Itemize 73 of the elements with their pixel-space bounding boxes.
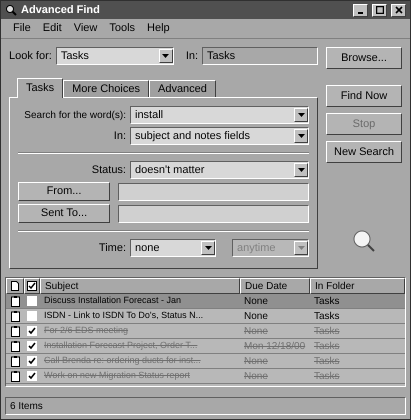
table-cell-text: None [243,324,269,338]
field-label: Time: [98,240,126,256]
complete-checkbox[interactable] [27,326,37,336]
column-header[interactable] [24,278,40,294]
clipboard-icon [10,370,20,382]
clipboard-icon [10,310,20,322]
field-label: Look for: [9,48,52,64]
dialog-button[interactable]: Browse... [326,47,402,69]
search-in-dropdown[interactable]: subject and notes fields [130,127,309,145]
field-label: In: [186,48,198,64]
complete-checkbox[interactable] [27,311,37,321]
time-dropdown[interactable]: none [130,239,216,257]
checkbox-icon [27,281,37,291]
maximize-button[interactable] [372,4,387,16]
magnifier-icon [5,4,17,16]
address-button[interactable]: Sent To... [18,204,110,223]
table-cell-text: For 2/6 EDS meeting [43,324,130,338]
menu-item[interactable]: Tools [109,20,136,37]
clipboard-icon [10,326,20,336]
table-cell-text: None [243,294,269,308]
menu-item[interactable]: Help [147,20,170,37]
table-cell-text: None [243,370,269,384]
column-header[interactable]: Subject [40,278,240,294]
folder-field[interactable]: Tasks [202,47,318,65]
clipboard-icon [10,296,20,306]
window-title: Advanced Find [21,2,101,18]
search-words-field[interactable]: install [130,106,309,124]
table-cell-text: Call Brenda re: ordering ducts for inst... [43,354,202,368]
tab[interactable]: More Choices [63,80,149,97]
column-header[interactable]: In Folder [310,278,405,294]
tab[interactable]: Advanced [148,80,216,97]
table-cell-text: Tasks [313,340,341,354]
table-cell-text: None [243,354,269,368]
table-cell-text: Tasks [313,324,341,338]
close-icon [394,6,402,14]
complete-checkbox[interactable] [27,341,37,351]
table-cell-text: ISDN - Link to ISDN To Do's, Status N... [43,309,204,322]
minimize-button[interactable] [353,4,368,16]
address-field[interactable] [118,182,309,200]
complete-checkbox[interactable] [27,356,37,366]
dialog-button[interactable]: New Search [326,141,402,163]
menu-item[interactable]: View [74,20,98,37]
address-field[interactable] [118,204,309,222]
field-label: Search for the word(s): [23,108,126,122]
table-cell-text: Tasks [313,294,341,308]
complete-checkbox[interactable] [27,371,37,381]
tab[interactable]: Tasks [17,78,64,98]
field-label: Status: [90,162,126,178]
table-cell-text: Tasks [313,354,341,368]
look-for-dropdown[interactable]: Tasks [56,47,174,65]
clipboard-icon [10,356,20,366]
address-button[interactable]: From... [18,182,110,201]
menu-item[interactable]: File [13,20,31,37]
table-cell-text: None [243,310,269,324]
status-dropdown[interactable]: doesn't matter [130,161,309,179]
magnifier-icon [352,229,376,253]
table-cell-text: Mon 12/18/00 [243,340,306,354]
maximize-icon [376,6,384,14]
table-cell-text: Discuss Installation Forecast - Jan [43,294,182,308]
table-cell-text: Work on new Migration Status report [43,369,191,382]
table-cell-text: Installation Forecast Project, Order T... [43,339,198,352]
table-cell-text: Tasks [313,370,341,384]
menu-item[interactable]: Edit [42,20,62,37]
close-button[interactable] [391,4,406,16]
field-label: In: [112,128,126,144]
dialog-button[interactable]: Find Now [326,85,402,107]
table-cell-text: Tasks [313,310,341,324]
column-header[interactable]: Due Date [240,278,310,294]
clipboard-icon [10,340,20,352]
status-text: 6 Items [10,400,43,414]
complete-checkbox[interactable] [27,296,37,306]
document-icon [11,281,19,291]
column-header[interactable] [6,278,24,294]
